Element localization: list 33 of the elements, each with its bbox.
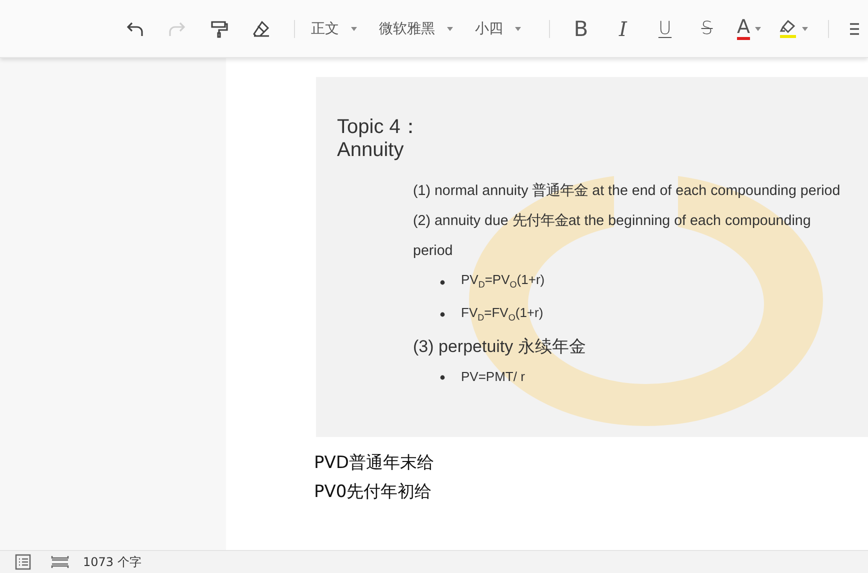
slide-text: (3) perpetuity 永续年金	[413, 336, 586, 358]
slide-text: PV=PMT/ r	[461, 368, 525, 386]
font-dropdown[interactable]: 微软雅黑	[379, 20, 453, 38]
caret-icon	[755, 26, 761, 30]
bold-button[interactable]: B	[566, 14, 596, 44]
font-color-button[interactable]: A	[734, 14, 764, 44]
format-painter-icon	[210, 20, 228, 38]
eraser-icon	[252, 20, 270, 38]
caret-icon	[515, 26, 521, 30]
font-dropdown[interactable]: 正文	[311, 20, 357, 38]
word-count: 1073 个字	[83, 554, 142, 570]
strike-button[interactable]: S	[692, 14, 722, 44]
outline-icon	[15, 554, 31, 570]
undo-icon	[126, 20, 144, 38]
caret-icon	[447, 26, 453, 30]
slide-title: Annuity	[337, 139, 405, 162]
redo-icon	[168, 20, 186, 38]
slide-title: Topic 4：	[337, 116, 422, 139]
slide-text: PV$_{D}$=PV$_{O}$(1+r)	[461, 271, 545, 292]
bullet-icon	[440, 312, 445, 318]
italic-button[interactable]: I	[608, 14, 638, 44]
text-line: PV0先付年初给	[314, 481, 433, 504]
bullet-icon	[440, 280, 445, 285]
bullet-icon	[440, 374, 445, 380]
text-line: PVD普通年末给	[314, 452, 435, 475]
underline-button[interactable]: U	[650, 14, 680, 44]
caret-icon	[351, 26, 357, 30]
page-layout-icon	[51, 554, 69, 570]
slide-text: (1) normal annuity 普通年金 at the end of each compounding period	[413, 182, 840, 201]
slide-text: FV$_{D}$=FV$_{O}$(1+r)	[461, 304, 544, 324]
caret-icon	[802, 26, 808, 30]
slide-text: (2) annuity due 先付年金at the beginning of each compounding period	[413, 212, 812, 261]
font-dropdown[interactable]: 小四	[475, 20, 521, 38]
